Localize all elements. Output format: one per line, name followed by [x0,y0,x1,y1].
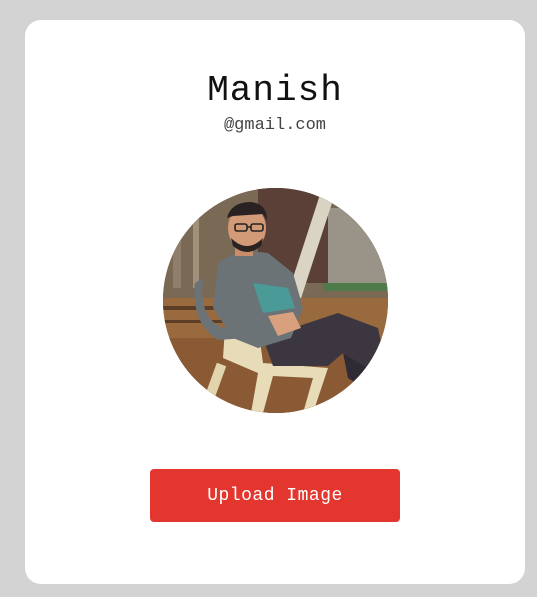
upload-image-button[interactable]: Upload Image [150,469,400,522]
profile-card: Manish @gmail.com Upload Image [25,20,525,584]
profile-name: Manish [207,70,343,111]
avatar-photo [163,188,388,413]
profile-email: @gmail.com [223,116,327,135]
profile-avatar [163,188,388,413]
